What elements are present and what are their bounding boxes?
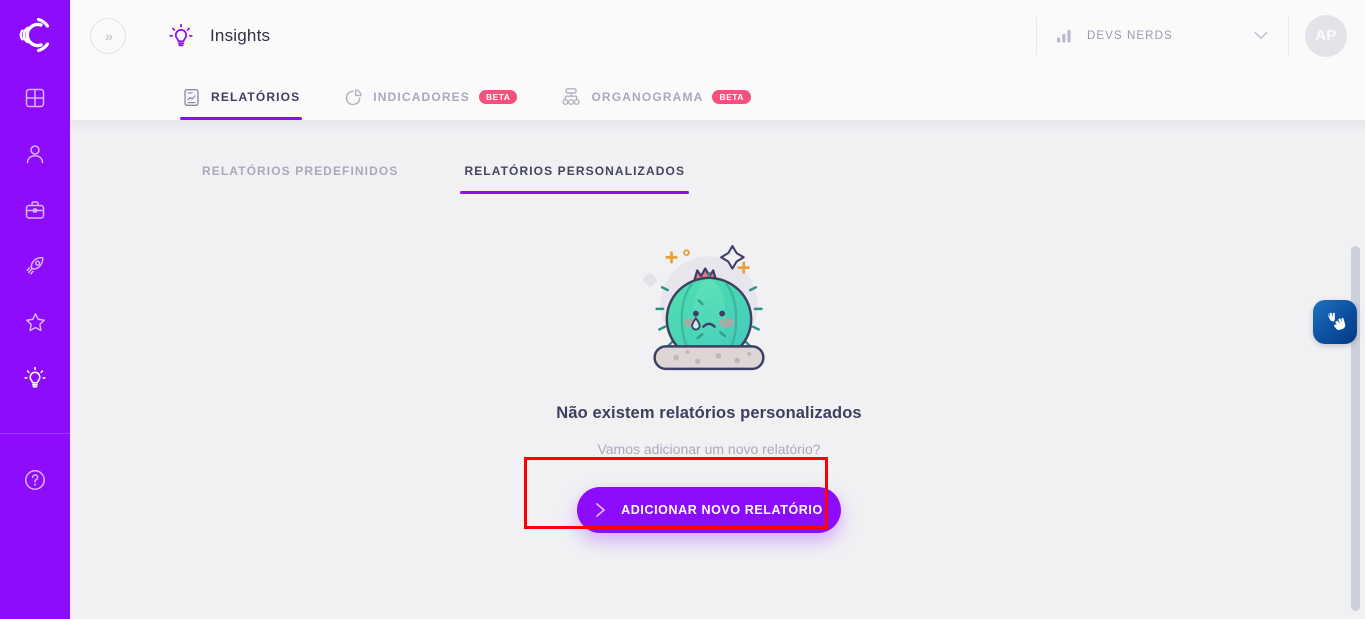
tab-organograma[interactable]: ORGANOGRAMA BETA [559, 74, 753, 120]
page-icon [168, 23, 194, 49]
main-pane: » Insights DEVS NERDS AP RELATÓRIOS INDI… [70, 0, 1365, 619]
add-new-report-button[interactable]: ADICIONAR NOVO RELATÓRIO [577, 487, 841, 533]
report-document-icon [184, 88, 199, 106]
subtab-relatorios-personalizados[interactable]: RELATÓRIOS PERSONALIZADOS [460, 162, 690, 194]
tab-relatorios[interactable]: RELATÓRIOS [180, 74, 303, 120]
header-top-bar: » Insights DEVS NERDS AP [70, 0, 1365, 71]
tab-label: ORGANOGRAMA [591, 90, 704, 104]
star-icon [25, 312, 45, 331]
lightbulb-icon [24, 366, 46, 388]
sidebar-item-help[interactable] [0, 452, 70, 508]
briefcase-icon [25, 201, 45, 219]
empty-state-title: Não existem relatórios personalizados [556, 404, 862, 422]
empty-state-subtitle: Vamos adicionar um novo relatório? [597, 441, 821, 457]
sidebar-item-favorites[interactable] [0, 294, 70, 350]
pie-chart-icon [346, 88, 362, 105]
lightbulb-icon [169, 23, 193, 46]
chevron-right-icon [595, 502, 607, 518]
rocket-icon [26, 256, 44, 275]
empty-state: Não existem relatórios personalizados Va… [70, 232, 1348, 533]
active-tab-underline [180, 117, 303, 120]
app-logo[interactable] [0, 0, 70, 70]
subtab-relatorios-predefinidos[interactable]: RELATÓRIOS PREDEFINIDOS [200, 162, 400, 194]
tab-indicadores[interactable]: INDICADORES BETA [342, 74, 519, 120]
header-right-cluster: DEVS NERDS AP [1036, 0, 1347, 71]
sign-language-hands-icon [1327, 312, 1346, 330]
avatar[interactable]: AP [1305, 14, 1347, 57]
sidebar-expand-button[interactable]: » [90, 17, 126, 54]
concilie-logo-icon [19, 17, 50, 53]
organization-selector[interactable]: DEVS NERDS [1036, 16, 1276, 55]
sidebar-item-launch[interactable] [0, 238, 70, 294]
subtab-label: RELATÓRIOS PERSONALIZADOS [464, 164, 686, 178]
vertical-scrollbar[interactable] [1351, 246, 1360, 611]
content-area: RELATÓRIOS PREDEFINIDOS RELATÓRIOS PERSO… [70, 120, 1365, 619]
beta-badge: BETA [478, 89, 518, 105]
sidebar-item-people[interactable] [0, 126, 70, 182]
chevron-double-right-icon: » [105, 27, 113, 44]
sidebar-item-dashboard[interactable] [0, 70, 70, 126]
accessibility-widget-button[interactable] [1313, 300, 1357, 344]
app-header: » Insights DEVS NERDS AP RELATÓRIOS INDI… [70, 0, 1365, 120]
subtab-label: RELATÓRIOS PREDEFINIDOS [202, 164, 399, 178]
tab-label: RELATÓRIOS [211, 90, 301, 104]
sidebar-divider [0, 433, 70, 434]
sidebar-nav [0, 70, 70, 406]
bar-chart-icon [1057, 29, 1071, 42]
sidebar-item-insights[interactable] [0, 350, 70, 406]
header-divider [1288, 16, 1289, 55]
user-icon [26, 145, 44, 164]
left-sidebar [0, 0, 70, 619]
grid-icon [25, 88, 45, 108]
page-title: Insights [210, 25, 271, 45]
cta-container: ADICIONAR NOVO RELATÓRIO [524, 457, 841, 533]
sidebar-item-jobs[interactable] [0, 182, 70, 238]
beta-badge: BETA [712, 89, 751, 105]
main-tab-bar: RELATÓRIOS INDICADORES BETA ORGANOGRAMA … [70, 71, 1365, 120]
organization-name: DEVS NERDS [1087, 29, 1173, 42]
question-circle-icon [25, 470, 45, 490]
org-chart-icon [562, 88, 581, 105]
sad-cactus-illustration [642, 245, 765, 371]
add-new-report-label: ADICIONAR NOVO RELATÓRIO [621, 503, 823, 517]
chevron-down-icon [1254, 27, 1276, 45]
tab-label: INDICADORES [373, 90, 470, 104]
sub-tab-bar: RELATÓRIOS PREDEFINIDOS RELATÓRIOS PERSO… [70, 120, 1365, 194]
app-root: » Insights DEVS NERDS AP RELATÓRIOS INDI… [0, 0, 1365, 619]
active-subtab-underline [460, 191, 690, 194]
